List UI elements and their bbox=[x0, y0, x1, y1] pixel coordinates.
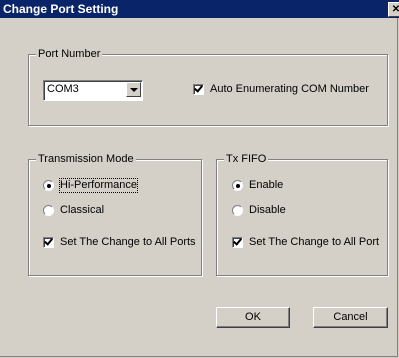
radio-selected-dot bbox=[47, 184, 51, 188]
classical-radio[interactable] bbox=[43, 205, 54, 216]
close-button[interactable]: ✕ bbox=[388, 2, 399, 17]
check-icon bbox=[194, 83, 203, 93]
window-title: Change Port Setting bbox=[3, 2, 119, 16]
auto-enum-checkbox[interactable] bbox=[193, 83, 204, 95]
close-icon: ✕ bbox=[391, 4, 399, 15]
classical-label[interactable]: Classical bbox=[60, 204, 104, 217]
dialog-body: Port Number COM3 Auto Enumerating COM Nu… bbox=[0, 18, 398, 357]
cancel-button[interactable]: Cancel bbox=[313, 307, 388, 328]
tx-fifo-legend: Tx FIFO bbox=[224, 152, 269, 166]
ok-button[interactable]: OK bbox=[216, 307, 290, 328]
check-icon bbox=[233, 236, 242, 246]
transmission-mode-legend: Transmission Mode bbox=[36, 152, 136, 166]
auto-enum-label[interactable]: Auto Enumerating COM Number bbox=[210, 83, 369, 96]
hi-performance-label[interactable]: Hi-Performance bbox=[58, 178, 139, 193]
enable-label[interactable]: Enable bbox=[249, 179, 283, 192]
check-icon bbox=[44, 236, 53, 246]
radio-selected-dot bbox=[236, 184, 240, 188]
disable-radio[interactable] bbox=[232, 205, 243, 216]
fifo-apply-all-label[interactable]: Set The Change to All Port bbox=[249, 236, 379, 249]
port-number-legend: Port Number bbox=[36, 47, 103, 61]
hi-performance-radio[interactable] bbox=[43, 180, 54, 191]
port-number-group: Port Number COM3 Auto Enumerating COM Nu… bbox=[28, 47, 388, 126]
disable-label[interactable]: Disable bbox=[249, 204, 286, 217]
chevron-down-icon[interactable] bbox=[126, 82, 141, 97]
enable-radio[interactable] bbox=[232, 180, 243, 191]
title-bar: Change Port Setting ✕ bbox=[0, 0, 399, 18]
fifo-apply-all-checkbox[interactable] bbox=[232, 236, 243, 248]
com-port-combo[interactable]: COM3 bbox=[43, 80, 143, 101]
com-port-value: COM3 bbox=[47, 83, 79, 95]
tm-apply-all-checkbox[interactable] bbox=[43, 236, 54, 248]
tm-apply-all-label[interactable]: Set The Change to All Ports bbox=[60, 236, 196, 249]
transmission-mode-group: Transmission Mode Hi-Performance Classic… bbox=[28, 152, 202, 276]
tx-fifo-group: Tx FIFO Enable Disable Set The Change to… bbox=[216, 152, 388, 276]
